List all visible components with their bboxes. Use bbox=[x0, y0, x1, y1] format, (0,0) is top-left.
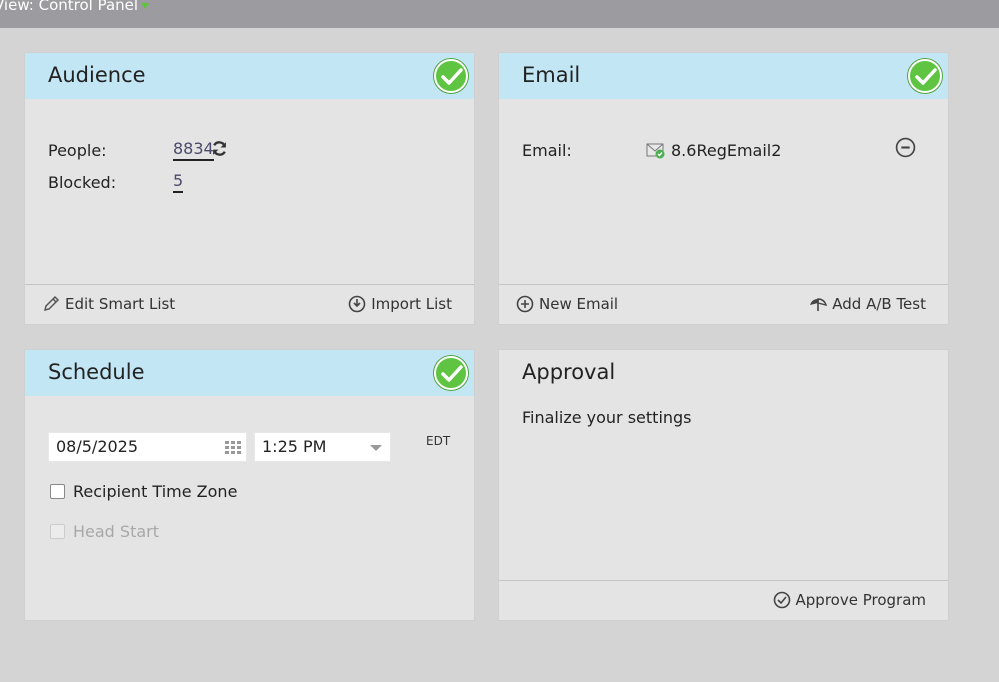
recipient-time-zone-label: Recipient Time Zone bbox=[73, 482, 238, 501]
approve-program-button[interactable]: Approve Program bbox=[773, 591, 926, 609]
import-icon bbox=[348, 295, 366, 313]
time-select[interactable]: 1:25 PM bbox=[254, 432, 391, 462]
top-bar: View: Control Panel bbox=[0, 0, 999, 28]
audience-panel: Audience People: 8834 Blocked: 5 Edit Sm… bbox=[24, 52, 475, 325]
head-start-label: Head Start bbox=[73, 522, 160, 541]
approval-footer: Approve Program bbox=[499, 580, 948, 620]
schedule-panel: Schedule 08/5/2025 1:25 PM EDT Recipient… bbox=[24, 349, 475, 621]
approval-header: Approval bbox=[499, 350, 948, 396]
plus-circle-icon bbox=[516, 295, 534, 313]
blocked-count-link[interactable]: 5 bbox=[173, 171, 184, 193]
calendar-icon[interactable] bbox=[224, 438, 243, 466]
new-email-label: New Email bbox=[539, 295, 619, 313]
people-count-link[interactable]: 8834 bbox=[173, 139, 214, 161]
audience-footer: Edit Smart List Import List bbox=[25, 284, 474, 324]
recipient-time-zone-checkbox[interactable]: Recipient Time Zone bbox=[50, 482, 237, 501]
email-panel: Email Email: 8.6RegEmail2 New Email Add … bbox=[498, 52, 949, 325]
approval-title: Approval bbox=[522, 360, 616, 384]
check-icon bbox=[908, 59, 942, 93]
check-circle-icon bbox=[773, 591, 791, 609]
approve-program-label: Approve Program bbox=[795, 591, 926, 609]
schedule-title: Schedule bbox=[48, 360, 145, 384]
checkbox[interactable] bbox=[50, 484, 65, 499]
timezone-label: EDT bbox=[426, 434, 451, 448]
view-selector[interactable]: View: Control Panel bbox=[0, 0, 150, 14]
edit-smart-list-button[interactable]: Edit Smart List bbox=[42, 295, 175, 313]
email-asset-link[interactable]: 8.6RegEmail2 bbox=[671, 141, 781, 160]
chevron-down-icon bbox=[370, 445, 382, 451]
email-header: Email bbox=[499, 53, 948, 99]
dropdown-caret-icon bbox=[141, 2, 150, 9]
remove-icon[interactable] bbox=[895, 137, 916, 162]
import-list-button[interactable]: Import List bbox=[348, 295, 452, 313]
date-input[interactable]: 08/5/2025 bbox=[48, 432, 247, 462]
checkbox bbox=[50, 524, 65, 539]
audience-header: Audience bbox=[25, 53, 474, 99]
add-ab-test-button[interactable]: Add A/B Test bbox=[809, 295, 926, 313]
import-list-label: Import List bbox=[371, 295, 452, 313]
view-title: View: Control Panel bbox=[0, 0, 139, 14]
refresh-icon[interactable] bbox=[211, 140, 228, 161]
email-footer: New Email Add A/B Test bbox=[499, 284, 948, 324]
ab-test-icon bbox=[809, 295, 828, 313]
email-label: Email: bbox=[522, 141, 572, 160]
head-start-checkbox: Head Start bbox=[50, 522, 159, 541]
new-email-button[interactable]: New Email bbox=[516, 295, 618, 313]
approval-panel: Approval Finalize your settings Approve … bbox=[498, 349, 949, 621]
edit-smart-list-label: Edit Smart List bbox=[65, 295, 176, 313]
add-ab-test-label: Add A/B Test bbox=[832, 295, 926, 313]
audience-title: Audience bbox=[48, 63, 146, 87]
people-label: People: bbox=[48, 141, 107, 160]
time-value: 1:25 PM bbox=[262, 437, 327, 456]
email-title: Email bbox=[522, 63, 581, 87]
blocked-label: Blocked: bbox=[48, 173, 117, 192]
pencil-icon bbox=[42, 295, 60, 313]
check-icon bbox=[434, 356, 468, 390]
date-value: 08/5/2025 bbox=[56, 437, 139, 456]
check-icon bbox=[434, 59, 468, 93]
approval-message: Finalize your settings bbox=[522, 408, 692, 427]
schedule-header: Schedule bbox=[25, 350, 474, 396]
email-asset-icon bbox=[646, 142, 666, 164]
